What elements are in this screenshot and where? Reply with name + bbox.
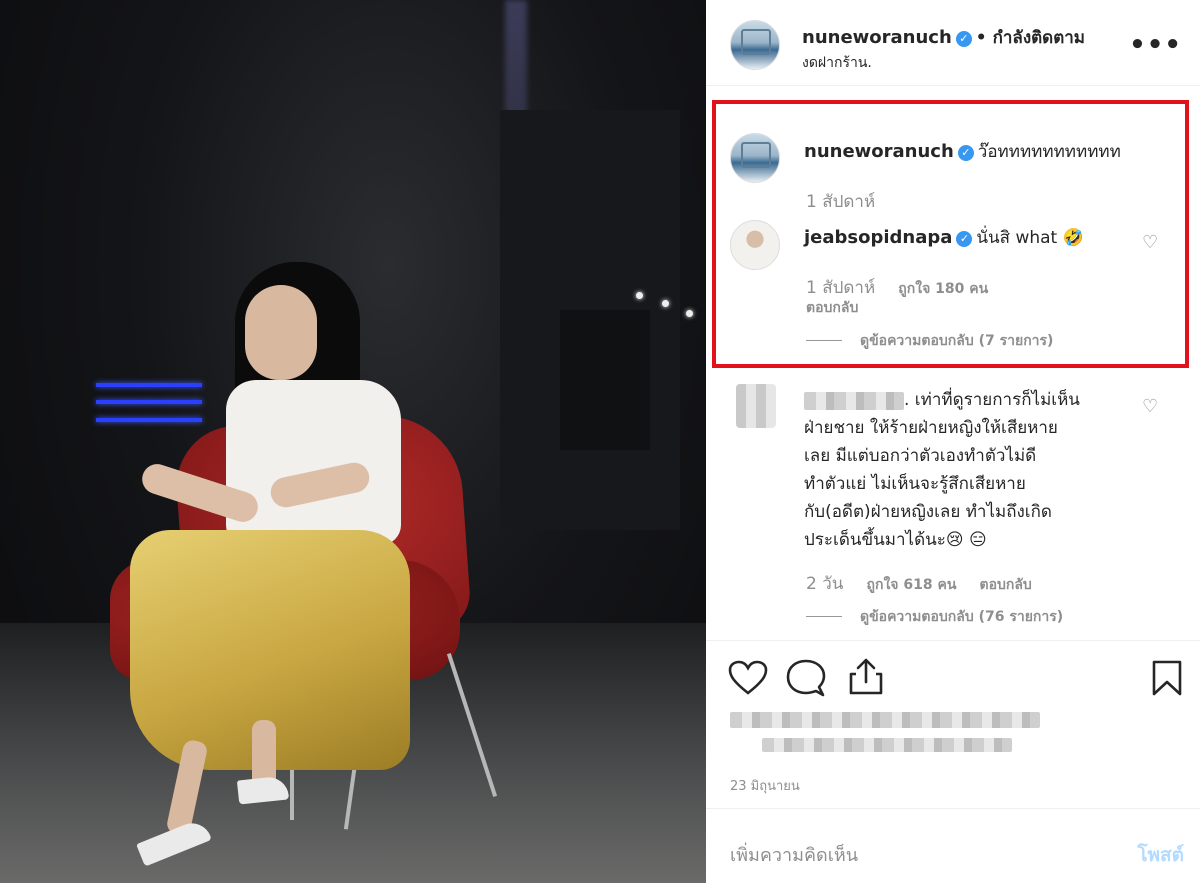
follow-status[interactable]: • กำลังติดตาม	[976, 28, 1085, 48]
post-header: nuneworanuch ✓ • กำลังติดตาม งดฝากร้าน. ••…	[706, 0, 1200, 86]
post-photo[interactable]	[0, 0, 706, 883]
avatar[interactable]	[736, 384, 776, 428]
comment-line: ฝ่ายชาย ให้ร้ายฝ่ายหญิงให้เสียหาย	[804, 418, 1058, 438]
comment-line: กับ(อดีต)ฝ่ายหญิงเลย ทำไมถึงเกิด	[804, 502, 1052, 522]
post-sidebar: nuneworanuch ✓ • กำลังติดตาม งดฝากร้าน. ••…	[706, 0, 1200, 883]
comment-username[interactable]: nuneworanuch	[804, 141, 954, 162]
verified-icon: ✓	[957, 144, 974, 161]
comment-text: . เท่าที่ดูรายการก็ไม่เห็น ฝ่ายชาย ให้ร้…	[804, 386, 1124, 554]
heart-icon[interactable]: ♡	[1142, 398, 1160, 416]
comment-likes[interactable]: ถูกใจ 618 คน	[866, 577, 956, 593]
comment-row: nuneworanuch ✓ ว๊อททททททททททท	[804, 138, 1121, 165]
comment-likes[interactable]: ถูกใจ 180 คน	[898, 281, 988, 297]
comment-time[interactable]: 1 สัปดาห์	[806, 278, 875, 298]
blue-neon-light	[96, 418, 202, 422]
replies-divider	[806, 340, 842, 341]
location[interactable]: งดฝากร้าน.	[802, 52, 872, 74]
stage-lamp	[662, 300, 669, 307]
avatar[interactable]	[730, 220, 780, 270]
avatar[interactable]	[730, 133, 780, 183]
verified-icon: ✓	[956, 230, 973, 247]
comment-time[interactable]: 1 สัปดาห์	[806, 188, 875, 215]
verified-icon: ✓	[955, 30, 972, 47]
divider	[706, 640, 1200, 641]
blurred-likes	[762, 738, 1012, 752]
background-speaker	[560, 310, 650, 450]
comment-line: . เท่าที่ดูรายการก็ไม่เห็น	[904, 390, 1080, 410]
blue-neon-light	[96, 400, 202, 404]
view-replies[interactable]: ดูข้อความตอบกลับ (7 รายการ)	[806, 330, 1053, 352]
reply-button[interactable]: ตอบกลับ	[806, 297, 858, 319]
post-button[interactable]: โพสต์	[1137, 840, 1184, 870]
white-shirt	[226, 380, 401, 545]
comment-line: เลย มีแต่บอกว่าตัวเองทำตัวไม่ดี	[804, 446, 1037, 466]
comment-line: ทำตัวแย่ ไม่เห็นจะรู้สึกเสียหาย	[804, 474, 1026, 494]
view-replies-label[interactable]: ดูข้อความตอบกลับ (7 รายการ)	[860, 333, 1053, 349]
share-icon[interactable]	[848, 658, 884, 696]
header-title-row: nuneworanuch ✓ • กำลังติดตาม	[802, 24, 1085, 51]
divider	[706, 808, 1200, 809]
woman-face	[245, 285, 317, 380]
header-username[interactable]: nuneworanuch	[802, 27, 952, 48]
comment-meta: 2 วัน ถูกใจ 618 คน ตอบกลับ	[806, 570, 1032, 597]
view-replies[interactable]: ดูข้อความตอบกลับ (76 รายการ)	[806, 606, 1063, 628]
reply-button[interactable]: ตอบกลับ	[979, 577, 1031, 593]
replies-divider	[806, 616, 842, 617]
more-options-icon[interactable]: •••	[1129, 30, 1182, 60]
comment-icon[interactable]	[786, 659, 826, 697]
comment-text: ว๊อททททททททททท	[977, 142, 1121, 162]
blue-neon-light	[96, 383, 202, 387]
blurred-likes	[730, 712, 1040, 728]
comment-username[interactable]: jeabsopidnapa	[804, 227, 952, 248]
heart-icon[interactable]: ♡	[1142, 234, 1160, 252]
avatar[interactable]	[730, 20, 780, 70]
comment-row: jeabsopidnapa ✓ นั่นสิ what 🤣	[804, 224, 1084, 251]
comment-input[interactable]: เพิ่มความคิดเห็น	[730, 840, 858, 869]
comment-text: นั่นสิ what 🤣	[976, 228, 1084, 248]
comment-line: ประเด็นขึ้นมาได้นะ😢 😑	[804, 530, 987, 550]
bookmark-icon[interactable]	[1151, 660, 1183, 696]
post-date[interactable]: 23 มิถุนายน	[730, 775, 800, 796]
stage-lamp	[686, 310, 693, 317]
heart-icon[interactable]	[728, 660, 768, 696]
view-replies-label[interactable]: ดูข้อความตอบกลับ (76 รายการ)	[860, 609, 1063, 625]
comment-time[interactable]: 2 วัน	[806, 574, 843, 594]
stage-lamp	[636, 292, 643, 299]
